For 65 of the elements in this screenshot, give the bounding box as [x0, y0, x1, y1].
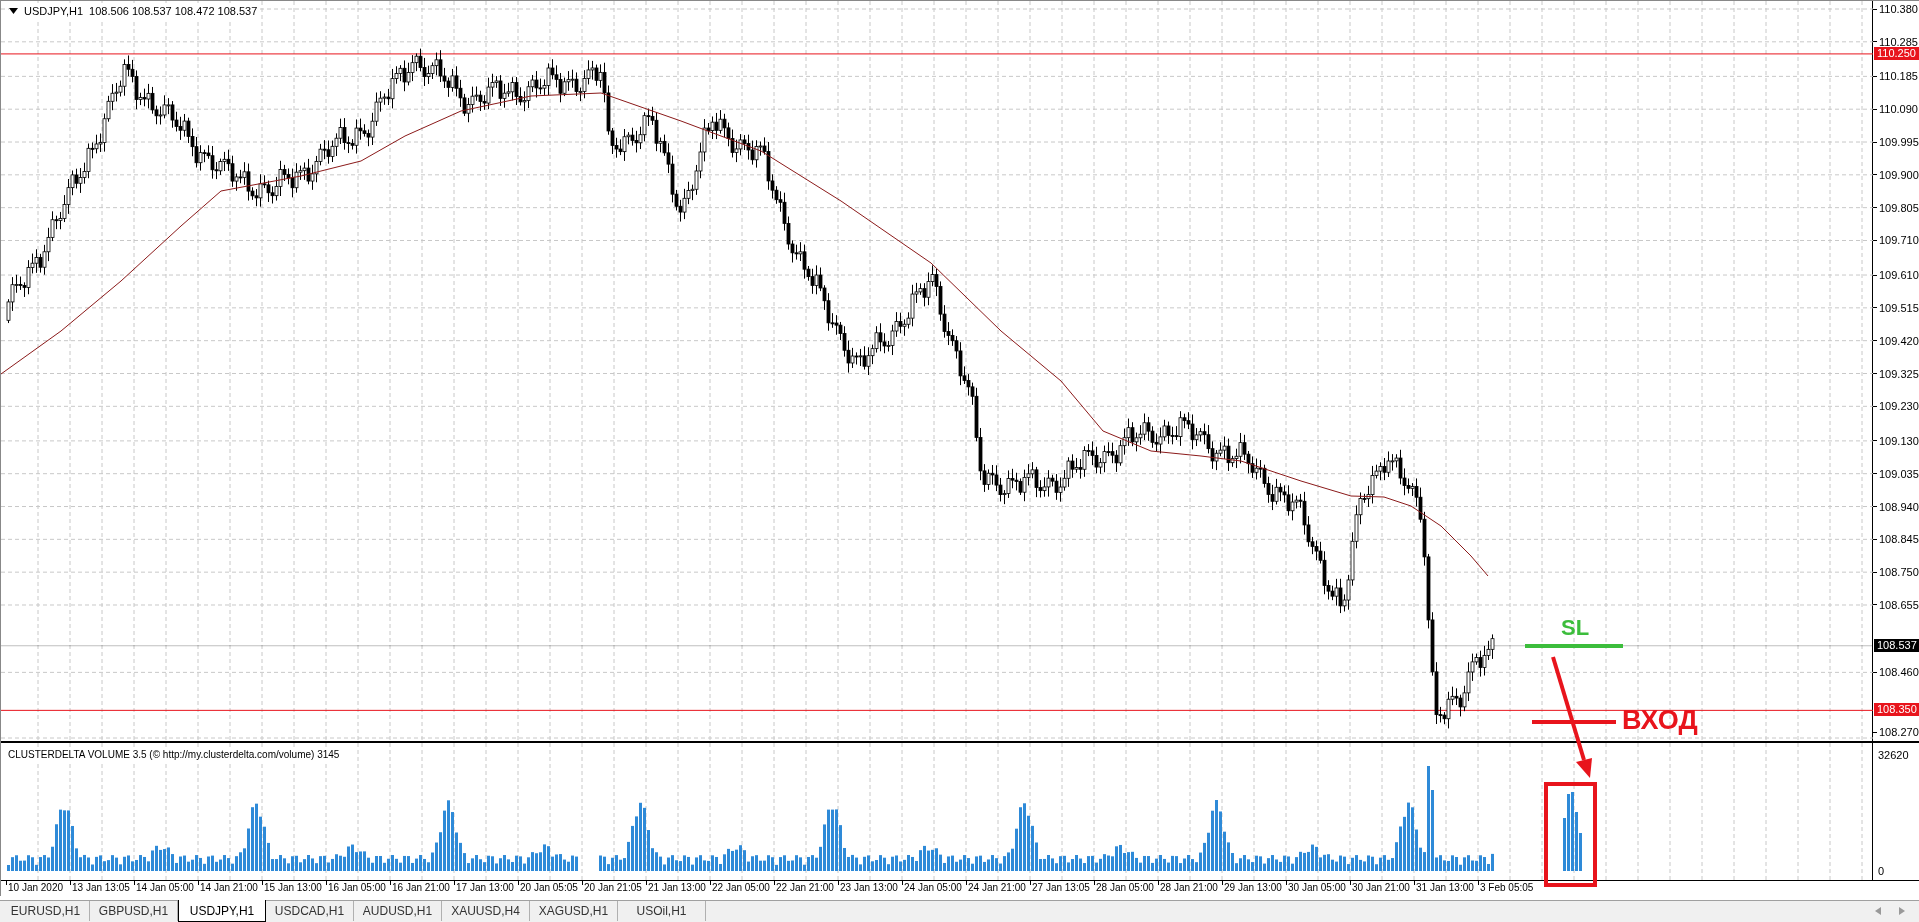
price-label: 109.900 — [1879, 167, 1919, 182]
volume-max-label: 32620 — [1878, 748, 1909, 763]
ohlc-values: 108.506 108.537 108.472 108.537 — [89, 4, 258, 19]
price-label: 109.130 — [1879, 433, 1919, 448]
indicator-title: CLUSTERDELTA VOLUME 3.5 (© http://my.clusterdelta.com/volume) 3145 — [8, 747, 340, 762]
time-label: 15 Jan 13:00 — [264, 881, 322, 895]
dropdown-icon[interactable] — [9, 8, 18, 15]
time-label: 22 Jan 05:00 — [712, 881, 770, 895]
price-label: 109.035 — [1879, 466, 1919, 481]
time-label: 14 Jan 05:00 — [136, 881, 194, 895]
price-label: 108.655 — [1879, 598, 1919, 612]
chart-tab[interactable]: USDJPY,H1 — [178, 900, 266, 922]
price-label: 109.420 — [1879, 333, 1919, 348]
price-marker: 110.250 — [1874, 46, 1919, 60]
chart-tab[interactable]: XAGUSD,H1 — [530, 901, 618, 921]
price-label: 109.710 — [1879, 233, 1919, 248]
time-label: 16 Jan 05:00 — [328, 881, 386, 895]
price-label: 109.325 — [1879, 366, 1919, 381]
price-label: 110.090 — [1879, 102, 1918, 117]
price-label: 110.185 — [1879, 69, 1918, 84]
time-label: 31 Jan 13:00 — [1416, 881, 1474, 895]
price-label: 108.270 — [1879, 725, 1919, 739]
time-label: 17 Jan 13:00 — [456, 881, 514, 895]
time-label: 22 Jan 21:00 — [776, 881, 834, 895]
time-label: 14 Jan 21:00 — [200, 881, 258, 895]
annotation-label: SL — [1561, 615, 1590, 641]
time-label: 28 Jan 21:00 — [1160, 881, 1218, 895]
time-label: 20 Jan 21:05 — [584, 881, 642, 895]
price-label: 108.750 — [1879, 565, 1919, 580]
scroll-left-icon[interactable] — [1875, 907, 1881, 915]
time-label: 24 Jan 05:00 — [904, 881, 962, 895]
time-label: 13 Jan 13:05 — [72, 881, 130, 895]
time-label: 27 Jan 13:05 — [1032, 881, 1090, 895]
price-label: 108.940 — [1879, 499, 1919, 514]
chart-tab[interactable]: AUDUSD,H1 — [354, 901, 442, 921]
volume-min-label: 0 — [1878, 864, 1885, 879]
chart-tab[interactable]: USDCAD,H1 — [266, 901, 354, 921]
price-label: 109.230 — [1879, 399, 1919, 414]
time-label: 30 Jan 05:00 — [1288, 881, 1346, 895]
time-label: 23 Jan 13:00 — [840, 881, 898, 895]
time-label: 24 Jan 21:00 — [968, 881, 1026, 895]
chart-tab[interactable]: EURUSD,H1 — [2, 901, 90, 921]
time-label: 21 Jan 13:00 — [648, 881, 706, 895]
chart-symbol: USDJPY,H1 — [24, 4, 84, 19]
time-label: 28 Jan 05:00 — [1096, 881, 1154, 895]
time-label: 10 Jan 2020 — [8, 881, 64, 895]
price-label: 109.995 — [1879, 135, 1919, 149]
chart-tab[interactable]: USOil,H1 — [618, 901, 706, 921]
time-label: 3 Feb 05:05 — [1480, 881, 1534, 895]
scroll-right-icon[interactable] — [1899, 907, 1905, 915]
time-label: 20 Jan 05:05 — [520, 881, 578, 895]
chart-tab[interactable]: XAUUSD,H4 — [442, 901, 530, 921]
price-label: 109.515 — [1879, 300, 1919, 315]
annotation-label: ВХОД — [1622, 704, 1698, 736]
price-label: 108.460 — [1879, 665, 1919, 680]
price-marker: 108.350 — [1874, 703, 1919, 717]
price-marker: 108.537 — [1874, 638, 1919, 652]
time-label: 16 Jan 21:00 — [392, 881, 450, 895]
price-label: 108.845 — [1879, 532, 1919, 547]
price-label: 110.380 — [1879, 2, 1918, 16]
time-label: 29 Jan 13:00 — [1224, 881, 1282, 895]
price-label: 109.610 — [1879, 268, 1919, 283]
price-label: 110.285 — [1879, 34, 1918, 49]
price-label: 109.805 — [1879, 200, 1919, 215]
time-label: 30 Jan 21:00 — [1352, 881, 1410, 895]
